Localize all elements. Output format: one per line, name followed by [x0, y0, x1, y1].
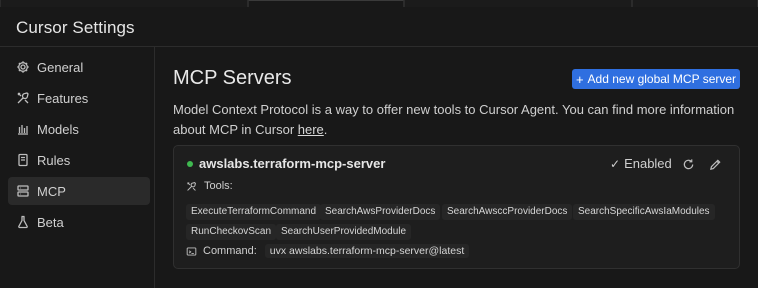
sidebar-item-rules[interactable]: Rules	[8, 146, 150, 174]
sidebar-item-label: Rules	[37, 152, 71, 168]
sidebar-item-label: Features	[37, 90, 89, 106]
flask-icon	[16, 215, 30, 229]
tools-header: Tools:	[186, 180, 233, 192]
sidebar-item-label: Models	[37, 121, 79, 137]
sidebar-item-label: General	[37, 59, 84, 75]
description-text: Model Context Protocol is a way to offer…	[173, 102, 735, 137]
terminal-icon	[186, 246, 197, 256]
tools-icon	[16, 91, 30, 105]
tool-chip: SearchAwsProviderDocs	[320, 204, 441, 220]
tool-chip: SearchAwsccProviderDocs	[442, 204, 573, 220]
enabled-label: Enabled	[624, 156, 672, 171]
refresh-icon[interactable]	[681, 157, 695, 171]
tools-label: Tools:	[204, 180, 233, 192]
command-value: uvx awslabs.terraform-mcp-server@latest	[264, 244, 470, 258]
mcp-server-card: awslabs.terraform-mcp-server ✓ Enabled T…	[173, 145, 740, 269]
sidebar-item-mcp[interactable]: MCP	[8, 177, 150, 205]
edit-icon[interactable]	[708, 157, 722, 171]
sidebar-item-label: Beta	[37, 214, 64, 230]
tool-chip: RunCheckovScan	[186, 224, 277, 240]
status-dot-icon	[187, 161, 193, 167]
editor-tab[interactable]	[404, 0, 632, 7]
mcp-docs-link[interactable]: here	[298, 122, 324, 137]
editor-tab[interactable]	[632, 0, 758, 7]
tool-chip: ExecuteTerraformCommand	[186, 204, 322, 220]
editor-tab-strip	[0, 0, 758, 7]
section-description: Model Context Protocol is a way to offer…	[173, 100, 743, 139]
description-end: .	[323, 121, 328, 137]
tool-chip: SearchSpecificAwsIaModules	[573, 204, 715, 220]
plus-icon: +	[575, 71, 584, 87]
server-name: awslabs.terraform-mcp-server	[199, 156, 386, 171]
page-title: Cursor Settings	[16, 18, 135, 37]
settings-window: Cursor Settings General Features Models	[0, 0, 758, 288]
sidebar-item-beta[interactable]: Beta	[8, 208, 150, 236]
tools-icon	[187, 181, 196, 191]
sidebar-item-features[interactable]: Features	[8, 84, 150, 112]
sidebar-item-models[interactable]: Models	[8, 115, 150, 143]
command-row: Command: uvx awslabs.terraform-mcp-serve…	[186, 244, 470, 258]
gear-icon	[16, 60, 30, 74]
sidebar-item-label: MCP	[37, 183, 66, 199]
editor-tab[interactable]	[0, 0, 248, 7]
editor-tab-active[interactable]	[248, 0, 404, 7]
check-icon: ✓	[610, 156, 621, 171]
settings-sidebar: General Features Models Rules MCP Beta	[0, 47, 155, 288]
section-title: MCP Servers	[173, 67, 292, 89]
add-global-mcp-server-button[interactable]: + Add new global MCP server	[572, 69, 740, 89]
book-icon	[16, 153, 30, 167]
enabled-toggle[interactable]: ✓ Enabled	[610, 156, 672, 171]
command-label: Command:	[203, 245, 257, 257]
server-icon	[16, 184, 30, 198]
add-button-label: Add new global MCP server	[587, 72, 737, 86]
bar-chart-icon	[16, 122, 30, 136]
tool-chip: SearchUserProvidedModule	[276, 224, 412, 240]
sidebar-item-general[interactable]: General	[8, 53, 150, 81]
